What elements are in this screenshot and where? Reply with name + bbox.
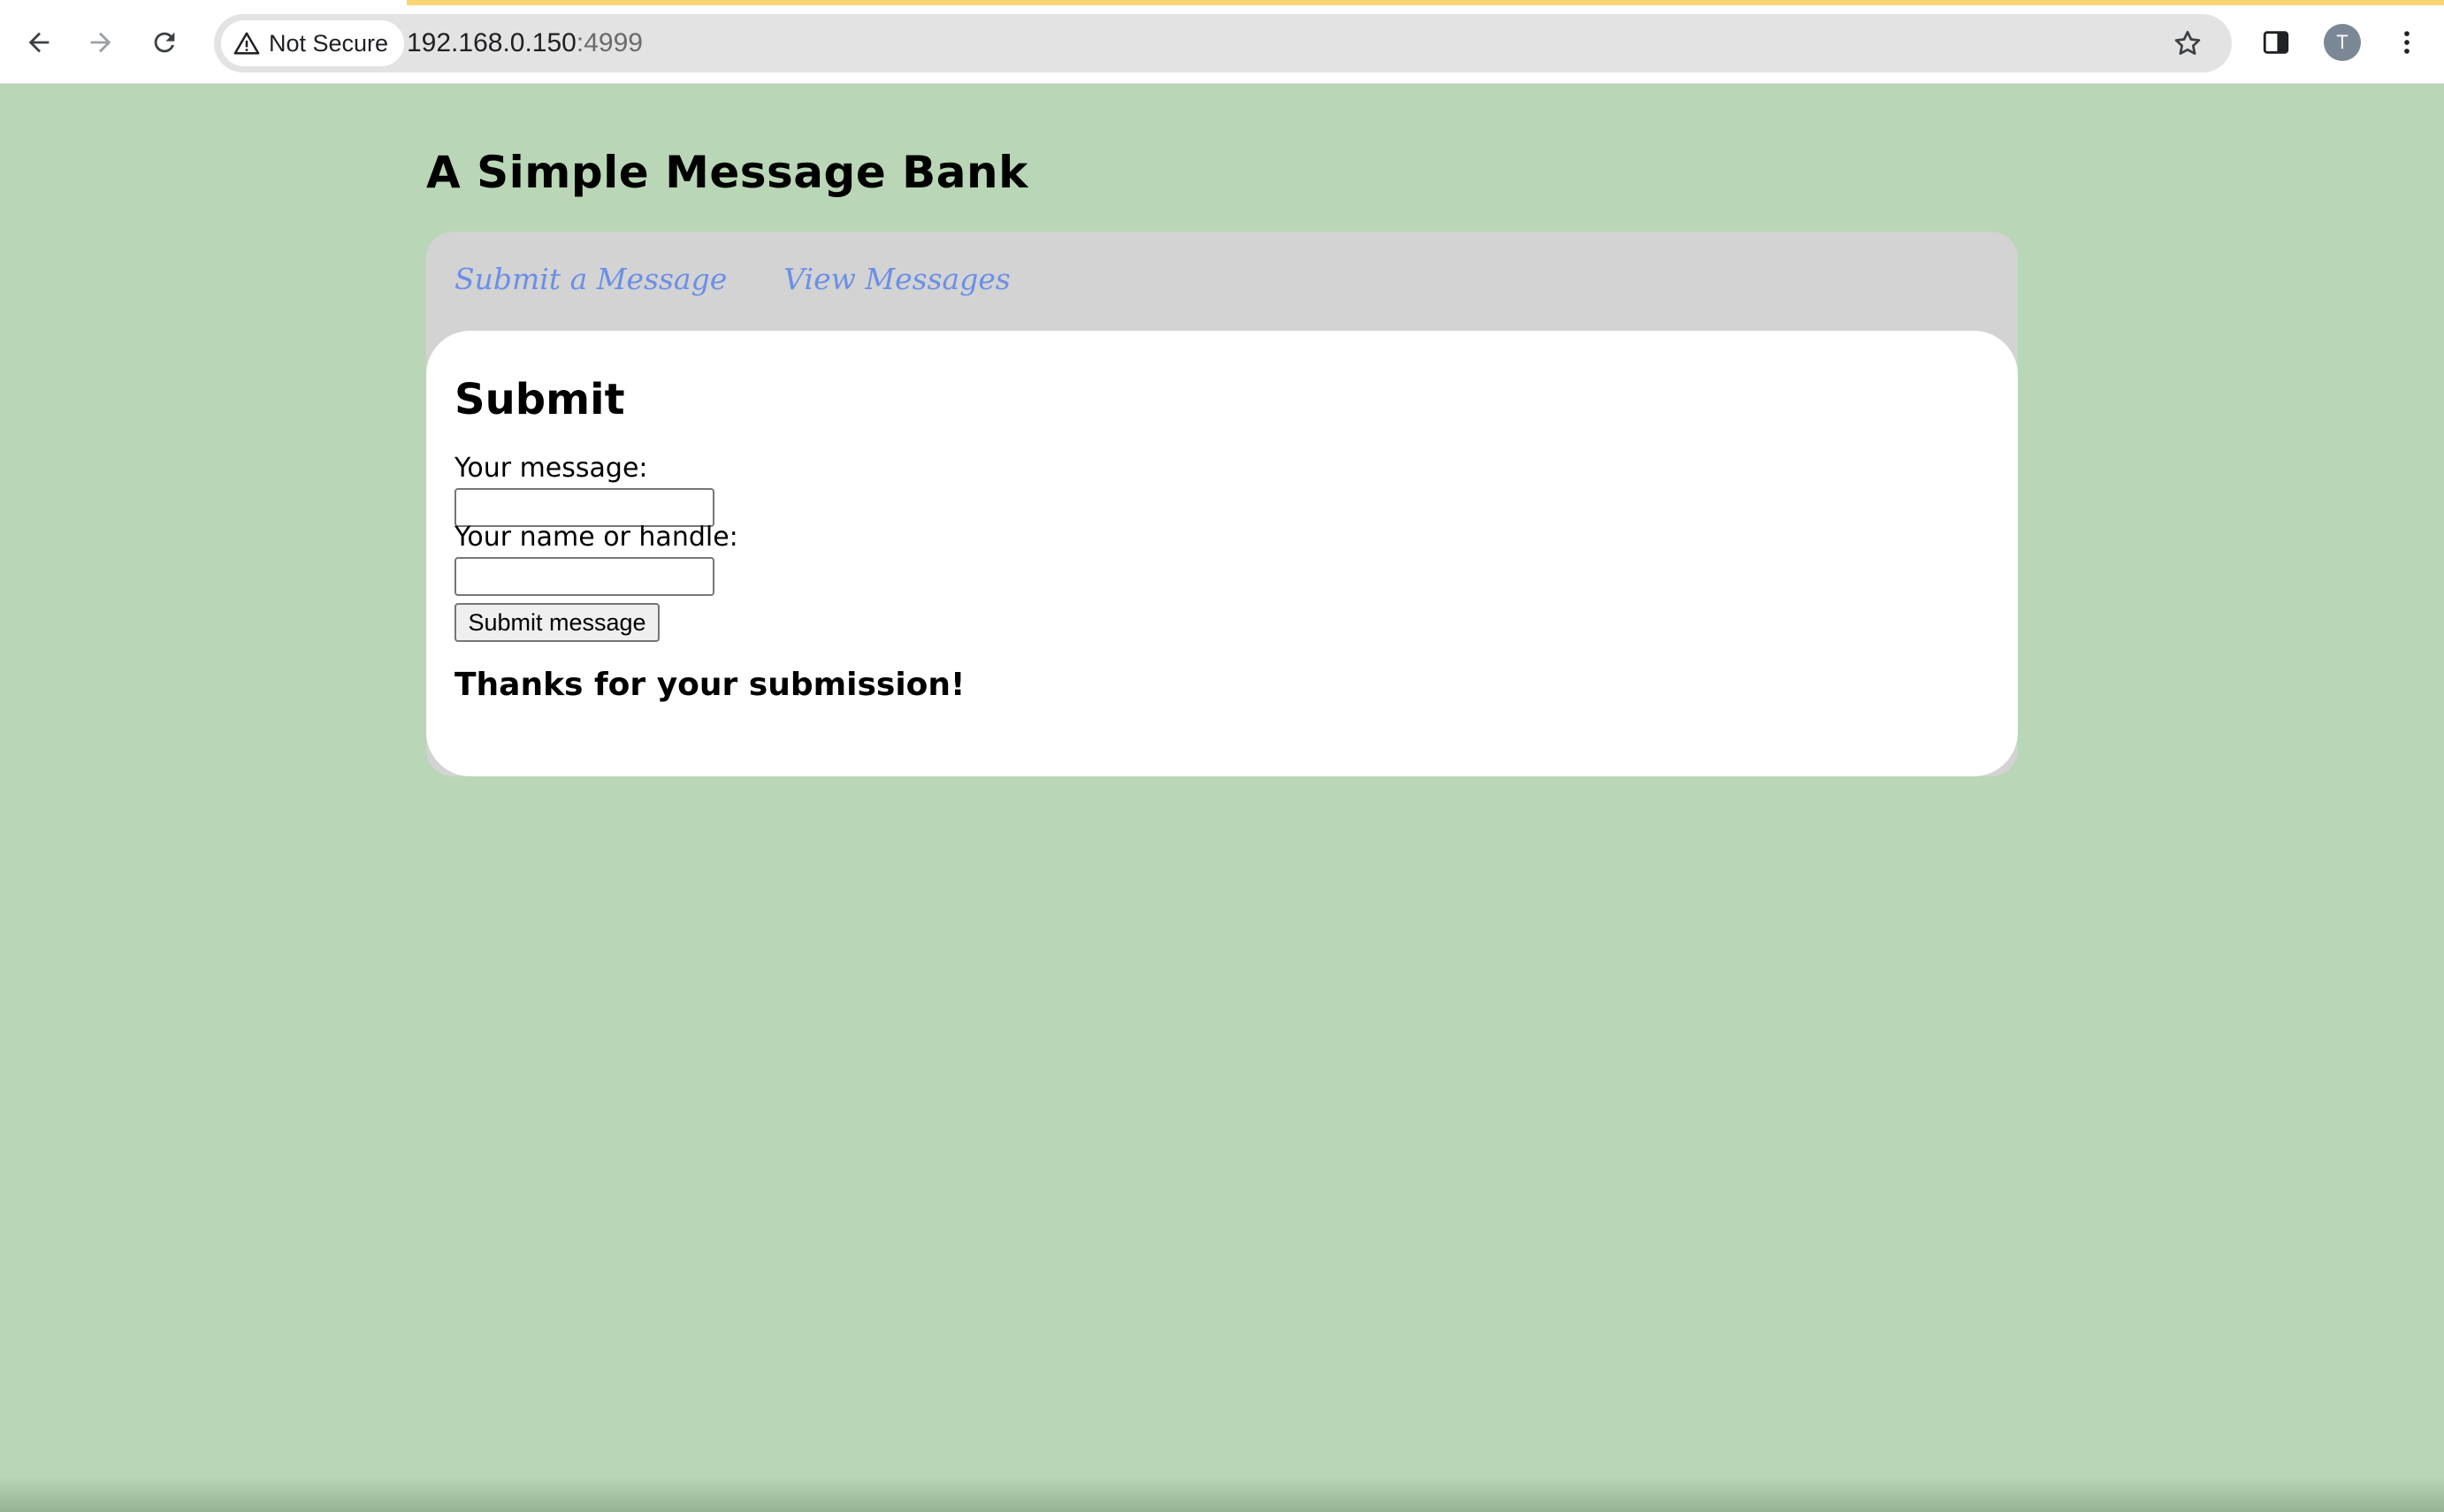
back-arrow-icon — [28, 32, 50, 53]
browser-toolbar: Not Secure 192.168.0.150:4999 T — [0, 0, 2444, 84]
security-indicator[interactable]: Not Secure — [221, 20, 405, 66]
bookmark-button[interactable] — [2166, 22, 2209, 65]
profile-avatar[interactable]: T — [2324, 24, 2361, 61]
nav-link-view[interactable]: View Messages — [783, 262, 1011, 296]
submit-message-button[interactable]: Submit message — [454, 603, 660, 642]
site-title: A Simple Message Bank — [426, 147, 1028, 198]
nav-link-submit[interactable]: Submit a Message — [454, 262, 727, 296]
warning-triangle-icon — [233, 32, 260, 55]
reload-button[interactable] — [141, 19, 187, 65]
message-label: Your message: — [454, 453, 648, 484]
browser-menu-button[interactable] — [2384, 19, 2430, 65]
side-panel-icon — [2263, 31, 2289, 54]
forward-arrow-icon — [90, 32, 111, 53]
side-panel-button[interactable] — [2253, 19, 2299, 65]
main-panel: Submit a Message View Messages Submit Yo… — [426, 232, 2018, 776]
url-host: 192.168.0.150 — [407, 28, 577, 57]
security-label: Not Secure — [269, 29, 389, 57]
url-port: :4999 — [576, 28, 643, 57]
forward-button[interactable] — [78, 19, 124, 65]
url-text[interactable]: 192.168.0.150:4999 — [407, 14, 643, 73]
name-label: Your name or handle: — [454, 522, 738, 553]
page-loading-bar — [407, 0, 2444, 5]
back-button[interactable] — [16, 19, 62, 65]
section-heading: Submit — [454, 375, 625, 424]
page-body: A Simple Message Bank Submit a Message V… — [0, 85, 2444, 1512]
name-input[interactable] — [454, 557, 714, 596]
confirmation-message: Thanks for your submission! — [454, 667, 966, 703]
bottom-shadow — [0, 1477, 2444, 1512]
content-card: Submit Your message: Your name or handle… — [426, 331, 2018, 776]
address-bar[interactable]: Not Secure 192.168.0.150:4999 — [214, 14, 2232, 73]
reload-icon — [154, 32, 175, 53]
star-icon — [2174, 30, 2201, 55]
kebab-menu-icon — [2404, 31, 2410, 54]
site-nav: Submit a Message View Messages — [454, 262, 1011, 296]
